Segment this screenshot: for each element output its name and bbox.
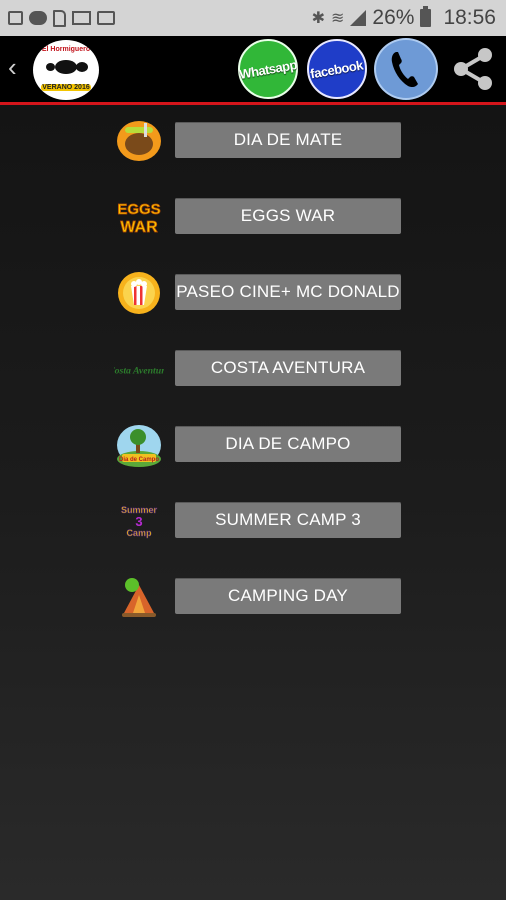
- svg-text:Dia de Campo: Dia de Campo: [119, 457, 159, 463]
- costa-aventura-button[interactable]: COSTA AVENTURA: [175, 350, 401, 386]
- list-item: Costa Aventura COSTA AVENTURA: [0, 349, 506, 389]
- dia-de-campo-button[interactable]: DIA DE CAMPO: [175, 426, 401, 462]
- system-icons: ✱ ≋ 26% 18:56: [312, 6, 496, 30]
- eggs-war-button[interactable]: EGGS WAR: [175, 198, 401, 234]
- app-toolbar: ‹ El Hormiguero VERANO 2016 Whatsapp fac…: [0, 36, 506, 105]
- svg-text:EGGS: EGGS: [117, 201, 160, 218]
- gallery-notification-icon: [8, 11, 23, 25]
- cards-notification-icon: [97, 11, 115, 25]
- list-item: Summer 3 Camp SUMMER CAMP 3: [0, 501, 506, 541]
- facebook-button[interactable]: facebook: [307, 39, 367, 99]
- battery-percent: 26%: [372, 6, 415, 29]
- chevron-left-icon[interactable]: ‹: [8, 54, 17, 80]
- campo-icon: Dia de Campo: [117, 425, 161, 467]
- status-bar: ✱ ≋ 26% 18:56: [0, 0, 506, 36]
- phone-icon: [391, 52, 418, 88]
- ant-icon: [46, 60, 88, 74]
- battery-icon: [420, 6, 432, 27]
- clock: 18:56: [443, 6, 496, 29]
- eggs-war-logo: EGGS WAR: [117, 201, 161, 237]
- list-item: EGGS WAR EGGS WAR: [0, 197, 506, 237]
- mate-icon: [117, 121, 161, 161]
- notification-icons: [8, 9, 115, 27]
- sim-notification-icon: [53, 9, 66, 27]
- call-button[interactable]: [374, 38, 438, 100]
- message-notification-icon: [29, 11, 47, 25]
- camping-day-button[interactable]: CAMPING DAY: [175, 578, 401, 614]
- mail-notification-icon: [72, 11, 91, 25]
- popcorn-icon: [118, 272, 160, 314]
- list-item: DIA DE MATE: [0, 121, 506, 161]
- wifi-icon: ≋: [331, 10, 345, 27]
- whatsapp-label: Whatsapp: [238, 56, 298, 82]
- svg-text:3: 3: [135, 514, 142, 529]
- logo-title: El Hormiguero: [41, 46, 91, 53]
- list-item: PASEO CINE+ MC DONALD: [0, 272, 506, 314]
- whatsapp-button[interactable]: Whatsapp: [238, 39, 298, 99]
- facebook-label: facebook: [309, 57, 365, 81]
- list-item: CAMPING DAY: [0, 577, 506, 617]
- bluetooth-icon: ✱: [311, 10, 325, 27]
- list-item: Dia de Campo DIA DE CAMPO: [0, 425, 506, 467]
- signal-icon: [350, 10, 367, 26]
- svg-text:Camp: Camp: [126, 528, 152, 538]
- svg-text:Costa Aventura: Costa Aventura: [114, 365, 164, 376]
- paseo-cine-button[interactable]: PASEO CINE+ MC DONALD: [175, 274, 401, 310]
- costa-aventura-logo: Costa Aventura: [114, 365, 164, 376]
- summer-camp-button[interactable]: SUMMER CAMP 3: [175, 502, 401, 538]
- summer-camp-logo: Summer 3 Camp: [121, 505, 158, 539]
- svg-text:WAR: WAR: [120, 219, 158, 236]
- app-logo: El Hormiguero VERANO 2016: [33, 40, 99, 100]
- share-icon[interactable]: [448, 44, 498, 94]
- dia-de-mate-button[interactable]: DIA DE MATE: [175, 122, 401, 158]
- camping-icon: [122, 578, 156, 617]
- logo-subtitle: VERANO 2016: [41, 84, 91, 91]
